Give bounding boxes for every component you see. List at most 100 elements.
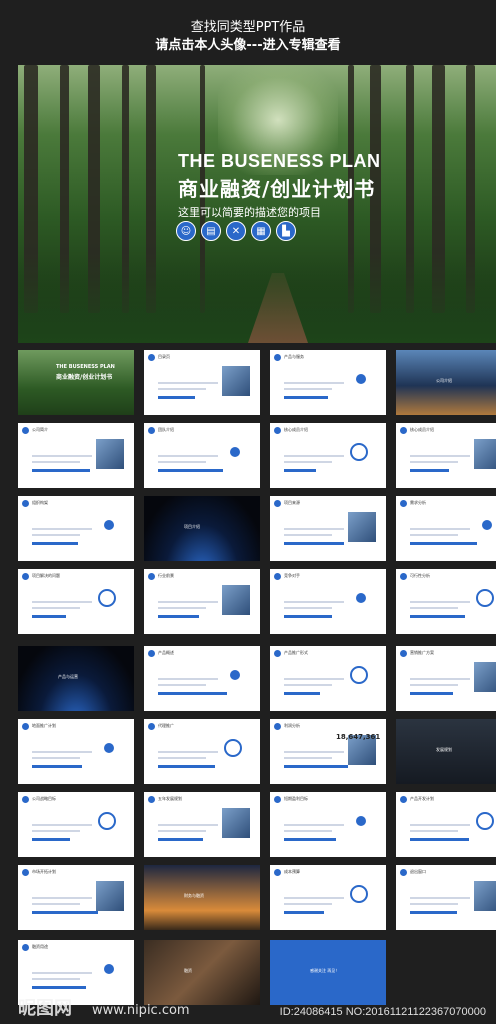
- photo-placeholder: [96, 881, 124, 911]
- slide-marker: [22, 796, 29, 803]
- thumb-title-cn: 商业融资/创业计划书: [56, 374, 113, 381]
- slide-thumbnail[interactable]: 竞争对手: [270, 569, 386, 634]
- slide-thumbnail[interactable]: 产品与运营: [18, 646, 134, 711]
- slide-marker: [400, 427, 407, 434]
- slide-thumbnail[interactable]: 地面推广计划: [18, 719, 134, 784]
- accent-bar: [158, 838, 203, 841]
- accent-bar: [158, 396, 195, 399]
- slide-marker: [400, 500, 407, 507]
- slide-thumbnail[interactable]: 市场开拓计划: [18, 865, 134, 930]
- slide-thumbnail[interactable]: 核心成员介绍: [270, 423, 386, 488]
- slide-marker: [148, 573, 155, 580]
- accent-bar: [284, 911, 324, 914]
- slide-thumbnail[interactable]: 产品概述: [144, 646, 260, 711]
- slide-thumbnail[interactable]: 营销推广方案: [396, 646, 496, 711]
- hero-title-en: THE BUSENESS PLAN: [178, 151, 381, 171]
- accent-bar: [410, 615, 465, 618]
- accent-bar: [284, 765, 348, 768]
- text-line: [158, 607, 206, 609]
- slide-thumbnail[interactable]: 可行性分析: [396, 569, 496, 634]
- slide-label: 目录页: [158, 354, 170, 359]
- slide-label: 核心成员介绍: [284, 427, 308, 432]
- slide-marker: [22, 427, 29, 434]
- hero-description: 这里可以简要的描述您的项目: [178, 206, 321, 219]
- text-line: [284, 757, 332, 759]
- ring-graphic: [350, 885, 368, 903]
- dot-graphic: [104, 743, 114, 753]
- ring-graphic: [98, 812, 116, 830]
- text-line: [158, 678, 218, 680]
- slide-thumbnail[interactable]: 感谢关注 再见！: [270, 940, 386, 1005]
- photo-placeholder: [348, 512, 376, 542]
- slide-label: 核心成员介绍: [410, 427, 434, 432]
- slide-marker: [400, 869, 407, 876]
- dot-graphic: [356, 816, 366, 826]
- slide-label: 可行性分析: [410, 573, 430, 578]
- text-line: [284, 601, 344, 603]
- slide-thumbnail[interactable]: 行业前景: [144, 569, 260, 634]
- slide-marker: [22, 723, 29, 730]
- text-line: [410, 461, 458, 463]
- building-icon: ▙: [276, 221, 296, 241]
- slide-thumbnail[interactable]: 公司介绍: [396, 350, 496, 415]
- dot-graphic: [230, 447, 240, 457]
- slide-thumbnail[interactable]: 成本预算: [270, 865, 386, 930]
- text-line: [284, 824, 344, 826]
- text-line: [32, 534, 80, 536]
- slide-marker: [400, 796, 407, 803]
- text-line: [158, 684, 206, 686]
- accent-bar: [410, 692, 453, 695]
- dot-graphic: [356, 593, 366, 603]
- hero-title-cn: 商业融资/创业计划书: [178, 177, 376, 201]
- slide-thumbnail[interactable]: 组织构架: [18, 496, 134, 561]
- slide-label: 利润分析: [284, 723, 300, 728]
- slide-thumbnail[interactable]: 公司战略目标: [18, 792, 134, 857]
- text-line: [284, 751, 344, 753]
- accent-bar: [32, 765, 82, 768]
- slide-thumbnail[interactable]: 项目介绍: [144, 496, 260, 561]
- photo-placeholder: [474, 662, 496, 692]
- photo-placeholder: [96, 439, 124, 469]
- header-line-2[interactable]: 请点击本人头像---进入专辑查看: [0, 36, 496, 55]
- slide-label: 竞争对手: [284, 573, 300, 578]
- slide-thumbnail[interactable]: 短期盈利目标: [270, 792, 386, 857]
- slide-thumbnail[interactable]: 退出窗口: [396, 865, 496, 930]
- slide-thumbnail[interactable]: 公司简介: [18, 423, 134, 488]
- slide-thumbnail[interactable]: 五年发展规划: [144, 792, 260, 857]
- photo-placeholder: [222, 585, 250, 615]
- accent-bar: [158, 615, 199, 618]
- slide-thumbnail[interactable]: 利润分析 18,647,361: [270, 719, 386, 784]
- slide-thumbnail[interactable]: 团队介绍: [144, 423, 260, 488]
- thumb-title: THE BUSENESS PLAN: [56, 364, 115, 370]
- slide-thumbnail[interactable]: 需求分析: [396, 496, 496, 561]
- slide-thumbnail[interactable]: 产品开发计划: [396, 792, 496, 857]
- slide-thumbnail[interactable]: 财务与融资: [144, 865, 260, 930]
- accent-bar: [158, 469, 223, 472]
- slide-marker: [22, 573, 29, 580]
- slide-thumbnail[interactable]: 代理推广: [144, 719, 260, 784]
- accent-bar: [32, 911, 98, 914]
- slide-thumbnail[interactable]: 融资: [144, 940, 260, 1005]
- slide-label: 财务与融资: [184, 893, 204, 898]
- slide-thumbnail[interactable]: 核心成员介绍: [396, 423, 496, 488]
- slide-thumbnail[interactable]: 发展规划: [396, 719, 496, 784]
- slide-marker: [274, 723, 281, 730]
- slide-thumbnail[interactable]: 目录页: [144, 350, 260, 415]
- text-line: [410, 534, 458, 536]
- slide-thumbnail[interactable]: 产品推广形式: [270, 646, 386, 711]
- text-line: [158, 601, 218, 603]
- slide-label: 项目来源: [284, 500, 300, 505]
- accent-bar: [284, 542, 344, 545]
- slide-label: 公司战略目标: [32, 796, 56, 801]
- slide-thumbnail[interactable]: THE BUSENESS PLAN 商业融资/创业计划书: [18, 350, 134, 415]
- slide-thumbnail[interactable]: 项目来源: [270, 496, 386, 561]
- slide-thumbnail[interactable]: 产品与服务: [270, 350, 386, 415]
- ring-graphic: [98, 589, 116, 607]
- watermark-url[interactable]: www.nipic.com: [92, 1003, 190, 1018]
- slide-label: 市场开拓计划: [32, 869, 56, 874]
- slide-label: 短期盈利目标: [284, 796, 308, 801]
- text-line: [158, 388, 206, 390]
- slide-label: 退出窗口: [410, 869, 426, 874]
- slide-label: 发展规划: [436, 747, 452, 752]
- slide-thumbnail[interactable]: 项目解决的问题: [18, 569, 134, 634]
